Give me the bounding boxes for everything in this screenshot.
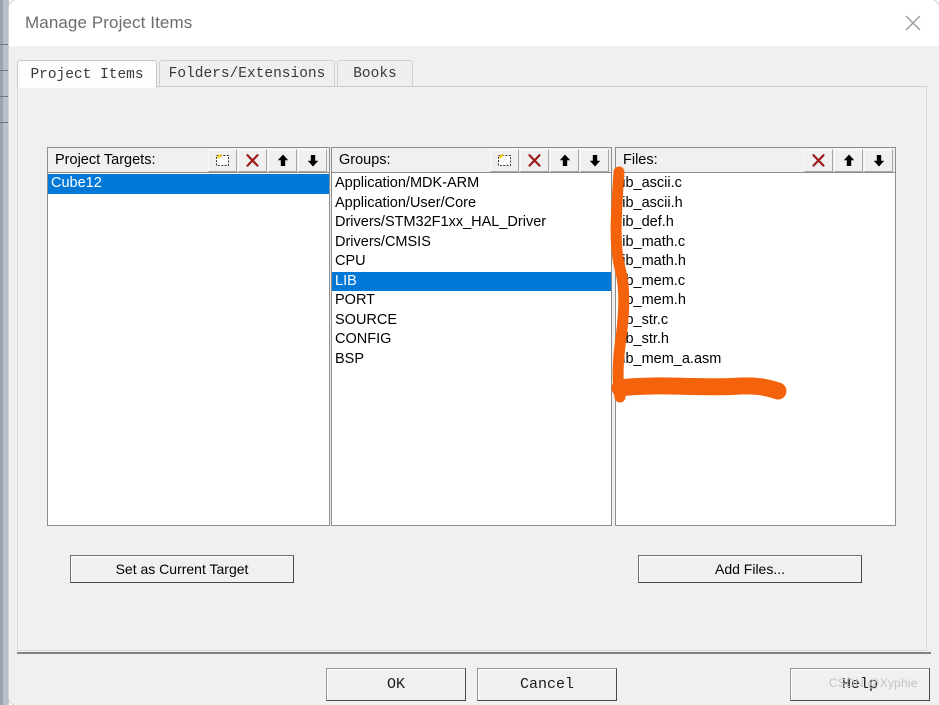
groups-item[interactable]: CPU [332, 252, 611, 272]
files-item[interactable]: lib_str.c [616, 311, 895, 331]
files-header: Files: [615, 147, 896, 173]
move-up-icon[interactable] [550, 149, 579, 172]
groups-item[interactable]: CONFIG [332, 330, 611, 350]
tab-project-items[interactable]: Project Items [17, 60, 157, 88]
files-item[interactable]: lib_str.h [616, 330, 895, 350]
tab-books[interactable]: Books [337, 60, 413, 86]
groups-item-label: CONFIG [335, 331, 392, 347]
groups-item[interactable]: PORT [332, 291, 611, 311]
title-bar: Manage Project Items [9, 0, 939, 46]
files-item[interactable]: lib_mem.c [616, 272, 895, 292]
delete-icon[interactable] [238, 149, 267, 172]
manage-project-items-dialog: Manage Project Items Project Items Folde… [9, 0, 939, 705]
files-item[interactable]: lib_ascii.c [616, 174, 895, 194]
files-item[interactable]: lib_mem_a.asm [616, 350, 895, 370]
delete-icon[interactable] [804, 149, 833, 172]
tab-label: Books [353, 65, 397, 82]
files-item[interactable]: lib_def.h [616, 213, 895, 233]
tab-label: Project Items [30, 66, 144, 83]
groups-item-label: CPU [335, 253, 366, 269]
dialog-client-area: Project Items Folders/Extensions Books P… [9, 46, 939, 705]
files-item-label: lib_def.h [619, 214, 674, 230]
project-targets-label: Project Targets: [55, 152, 156, 168]
tab-label: Folders/Extensions [168, 65, 326, 82]
move-up-icon[interactable] [834, 149, 863, 172]
watermark: CSDN @Xyphie [829, 676, 918, 690]
files-item[interactable]: lib_mem.h [616, 291, 895, 311]
window-title: Manage Project Items [25, 13, 193, 32]
new-item-icon[interactable] [208, 149, 237, 172]
move-down-icon[interactable] [580, 149, 609, 172]
files-panel: Files: lib_ascii.c lib_ascii.h lib_def.h… [615, 147, 896, 526]
tab-strip: Project Items Folders/Extensions Books [17, 60, 931, 88]
files-item-label: lib_ascii.h [619, 194, 683, 211]
groups-item-label: PORT [335, 292, 376, 308]
files-item-label: lib_mem.h [619, 292, 686, 308]
groups-item[interactable]: SOURCE [332, 311, 611, 331]
move-down-icon[interactable] [298, 149, 327, 172]
groups-item[interactable]: LIB [332, 271, 611, 291]
groups-item-label: Application/MDK-ARM [335, 175, 480, 191]
groups-item-label: SOURCE [335, 311, 398, 328]
files-item[interactable]: lib_ascii.h [616, 194, 895, 214]
cancel-label: Cancel [519, 676, 574, 693]
project-targets-header: Project Targets: [47, 147, 330, 173]
groups-label: Groups: [339, 152, 391, 168]
files-item[interactable]: lib_math.c [616, 233, 895, 253]
project-targets-list[interactable]: Cube12 [47, 173, 330, 526]
groups-item[interactable]: Application/MDK-ARM [332, 174, 611, 194]
ok-button[interactable]: OK [326, 668, 466, 701]
dialog-button-bar: OK Cancel Help [9, 656, 939, 705]
close-icon[interactable] [887, 0, 939, 46]
groups-header: Groups: [331, 147, 612, 173]
move-up-icon[interactable] [268, 149, 297, 172]
targets-item[interactable]: Cube12 [48, 174, 329, 194]
move-down-icon[interactable] [864, 149, 893, 172]
groups-item[interactable]: Drivers/STM32F1xx_HAL_Driver [332, 213, 611, 233]
files-label: Files: [623, 152, 658, 168]
delete-icon[interactable] [520, 149, 549, 172]
files-item-label: lib_mem.c [619, 272, 686, 289]
groups-item-label: Drivers/CMSIS [335, 233, 431, 250]
project-targets-toolbar [207, 149, 327, 172]
files-item-label: lib_math.c [619, 233, 686, 250]
add-files-button[interactable]: Add Files... [638, 555, 862, 583]
files-toolbar [803, 149, 893, 172]
groups-panel: Groups: Application/MDK-ARM Application/… [331, 147, 612, 526]
files-item[interactable]: lib_math.h [616, 252, 895, 272]
groups-item-label: LIB [335, 272, 357, 289]
set-as-current-target-label: Set as Current Target [115, 561, 249, 577]
groups-list[interactable]: Application/MDK-ARM Application/User/Core… [331, 173, 612, 526]
groups-item[interactable]: Drivers/CMSIS [332, 233, 611, 253]
files-item-label: lib_str.h [619, 331, 669, 347]
groups-item[interactable]: BSP [332, 350, 611, 370]
ok-label: OK [386, 676, 405, 693]
new-item-icon[interactable] [490, 149, 519, 172]
add-files-label: Add Files... [714, 561, 786, 577]
files-item-label: lib_ascii.c [619, 175, 682, 191]
set-as-current-target-button[interactable]: Set as Current Target [70, 555, 294, 583]
files-item-label: lib_math.h [619, 253, 686, 269]
background-window-edge [0, 0, 9, 705]
groups-item-label: Drivers/STM32F1xx_HAL_Driver [335, 214, 547, 230]
groups-item-label: Application/User/Core [335, 194, 477, 211]
project-targets-panel: Project Targets: Cube12 [47, 147, 330, 526]
targets-item-label: Cube12 [51, 175, 102, 191]
files-item-label: lib_mem_a.asm [619, 350, 722, 367]
groups-toolbar [489, 149, 609, 172]
files-item-label: lib_str.c [619, 311, 669, 328]
cancel-button[interactable]: Cancel [477, 668, 617, 701]
bottom-separator [17, 652, 931, 654]
groups-item-label: BSP [335, 350, 365, 367]
files-list[interactable]: lib_ascii.c lib_ascii.h lib_def.h lib_math.… [615, 173, 896, 526]
tab-folders-extensions[interactable]: Folders/Extensions [159, 60, 335, 86]
groups-item[interactable]: Application/User/Core [332, 194, 611, 214]
